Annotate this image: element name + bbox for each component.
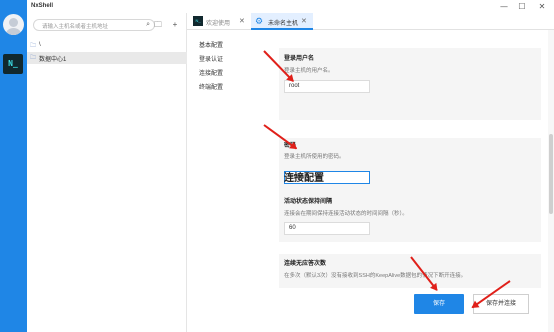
- minimize-button[interactable]: —: [497, 1, 511, 12]
- avatar-body-shape: [6, 28, 21, 35]
- nav-connection[interactable]: 连接配置: [199, 68, 223, 77]
- tab-bar: N_ 欢迎使用 ✕ ⚙ 未命名主机 ✕: [187, 13, 554, 30]
- maximize-button[interactable]: ☐: [515, 1, 529, 12]
- folder-icon: 🗀: [30, 55, 37, 61]
- save-button[interactable]: 保存: [414, 294, 464, 314]
- field-desc: 登录主机所使用的密码。: [284, 154, 345, 160]
- nav-basic[interactable]: 基本配置: [199, 40, 223, 49]
- gear-icon: ⚙: [255, 16, 264, 26]
- host-sidebar: 请输入主机名或者主机地址 ⌕ 🗀 + 🗀 \ 🗀 数据中心1: [27, 13, 187, 332]
- title-bar: NxShell — ☐ ✕: [27, 0, 554, 13]
- add-icon[interactable]: +: [169, 19, 181, 31]
- field-title: 连续无应答次数: [284, 261, 327, 267]
- scrollbar-thumb[interactable]: [549, 134, 553, 214]
- close-window-button[interactable]: ✕: [535, 1, 549, 12]
- keepalive-field[interactable]: 60: [284, 222, 370, 235]
- field-desc: 在多次（默认3次）没有接收到SSH的KeepAlive数据包的情况下断开连接。: [284, 273, 467, 279]
- terminal-app-icon[interactable]: N_: [3, 54, 23, 74]
- tree-item-label: 数据中心1: [39, 57, 67, 63]
- save-and-connect-button[interactable]: 保存并连接: [473, 294, 529, 314]
- close-icon[interactable]: ✕: [301, 17, 307, 25]
- tree-item-root[interactable]: 🗀 \: [27, 40, 187, 50]
- nav-login-auth[interactable]: 登录认证: [199, 54, 223, 63]
- terminal-icon: N_: [193, 16, 203, 26]
- password-block: 密码 登录主机所使用的密码。 •••••••: [279, 138, 541, 196]
- field-title: 活动状态保持间隔: [284, 199, 333, 205]
- tree-item-label: \: [39, 42, 41, 48]
- field-title: 登录用户名: [284, 56, 315, 62]
- avatar-head-shape: [9, 18, 18, 27]
- scrollbar[interactable]: [548, 30, 554, 332]
- left-rail: N_: [0, 0, 27, 332]
- keepalive-block: 活动状态保持间隔 连接会在期间保持连接活动状态的时间间隔（秒）。 60: [279, 190, 541, 242]
- tree-item-datacenter[interactable]: 🗀 数据中心1: [27, 52, 187, 64]
- app-title: NxShell: [31, 3, 54, 9]
- folder-icon: 🗀: [30, 43, 37, 49]
- user-avatar[interactable]: [3, 14, 24, 35]
- settings-form: 登录用户名 登录主机的用户名。 root 密码 登录主机所使用的密码。 ••••…: [270, 30, 550, 332]
- tab-unnamed-host[interactable]: ⚙ 未命名主机 ✕: [251, 13, 313, 30]
- close-icon[interactable]: ✕: [239, 17, 245, 25]
- tab-welcome[interactable]: N_ 欢迎使用 ✕: [189, 13, 249, 30]
- search-input[interactable]: 请输入主机名或者主机地址 ⌕: [33, 19, 155, 31]
- tab-label: 欢迎使用: [206, 21, 231, 27]
- field-desc: 连接会在期间保持连接活动状态的时间间隔（秒）。: [284, 211, 408, 217]
- search-placeholder: 请输入主机名或者主机地址: [42, 24, 109, 30]
- username-field[interactable]: root: [284, 80, 370, 93]
- folder-icon[interactable]: 🗀: [152, 19, 164, 31]
- tab-label: 未命名主机: [268, 21, 299, 27]
- section-heading: 连接配置: [284, 173, 324, 184]
- retry-block: 连续无应答次数 在多次（默认3次）没有接收到SSH的KeepAlive数据包的情…: [279, 254, 541, 288]
- search-icon[interactable]: ⌕: [146, 21, 150, 29]
- username-block: 登录用户名 登录主机的用户名。 root: [279, 48, 541, 120]
- nav-terminal[interactable]: 终端配置: [199, 82, 223, 91]
